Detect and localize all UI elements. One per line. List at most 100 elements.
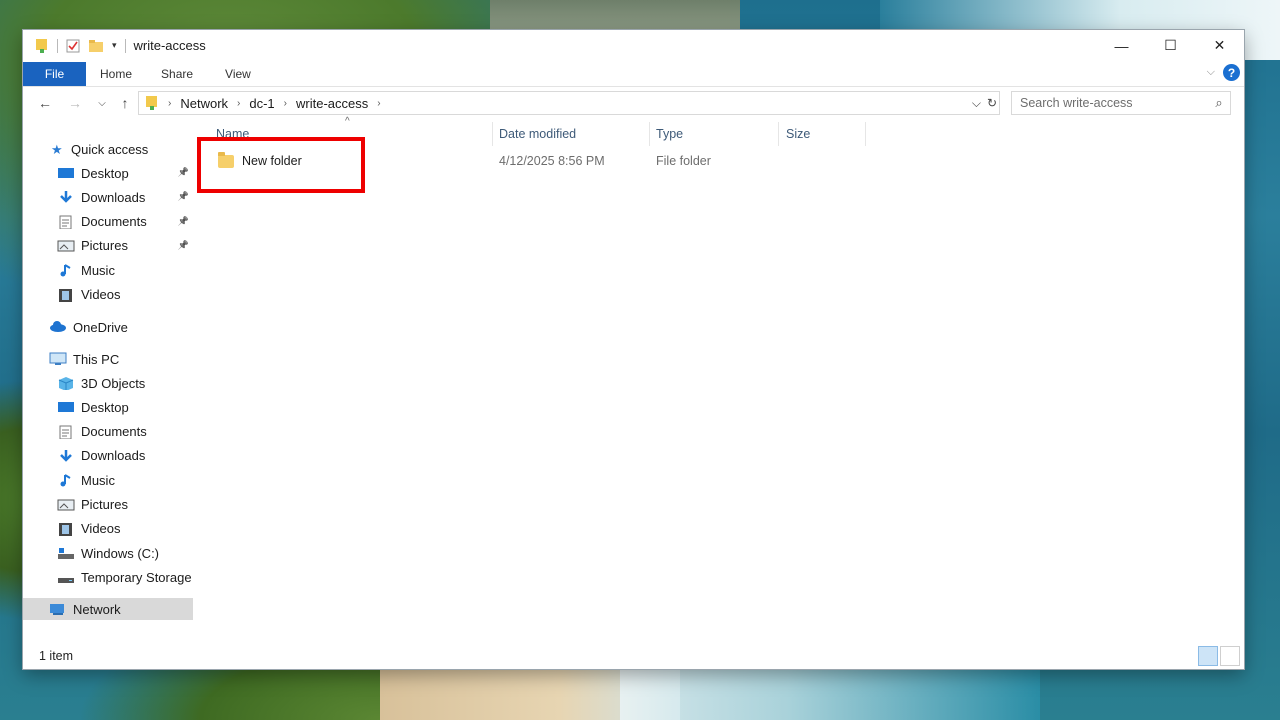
navigation-pane: ★ Quick access Desktop 📌 Downloads 📌 Documen… bbox=[23, 126, 195, 640]
sidebar-item-label: Desktop bbox=[81, 165, 129, 181]
sidebar-item-desktop[interactable]: Desktop 📌 bbox=[57, 162, 193, 184]
sidebar-item-label: Temporary Storage bbox=[81, 569, 192, 585]
sidebar-item-3d-objects[interactable]: 3D Objects bbox=[57, 372, 193, 394]
pictures-icon bbox=[57, 240, 75, 252]
chevron-right-icon[interactable]: › bbox=[377, 98, 380, 109]
sidebar-item-pictures[interactable]: Pictures 📌 bbox=[57, 235, 193, 257]
tab-file[interactable]: File bbox=[23, 62, 86, 86]
breadcrumb-dc-1[interactable]: dc-1 bbox=[249, 96, 274, 111]
up-icon[interactable]: ↑ bbox=[115, 93, 135, 113]
pin-icon[interactable]: 📌 bbox=[178, 191, 189, 202]
sidebar-item-videos[interactable]: Videos bbox=[57, 284, 193, 306]
tab-view[interactable]: View bbox=[207, 62, 265, 86]
breadcrumb-network[interactable]: Network bbox=[180, 96, 228, 111]
sidebar-item-label: OneDrive bbox=[73, 319, 128, 335]
sidebar-item-downloads[interactable]: Downloads bbox=[57, 445, 193, 467]
properties-icon[interactable] bbox=[66, 39, 80, 53]
column-header-type[interactable]: Type bbox=[656, 122, 776, 146]
sidebar-item-label: Quick access bbox=[71, 141, 149, 157]
sidebar-item-quick-access[interactable]: ★ Quick access bbox=[51, 138, 193, 160]
sidebar-item-label: Videos bbox=[81, 521, 121, 537]
sidebar-item-desktop[interactable]: Desktop bbox=[57, 396, 193, 418]
network-icon bbox=[50, 604, 64, 615]
sidebar-item-label: Documents bbox=[81, 214, 147, 230]
file-type: File folder bbox=[656, 154, 711, 168]
search-input[interactable]: Search write-access bbox=[1012, 96, 1208, 110]
3d-objects-icon bbox=[58, 377, 74, 390]
details-view-icon[interactable] bbox=[1198, 646, 1218, 666]
file-list: ^ Name Date modified Type Size New folde… bbox=[195, 116, 1244, 636]
forward-icon[interactable]: → bbox=[65, 93, 85, 113]
chevron-right-icon[interactable]: › bbox=[237, 98, 240, 109]
pin-icon[interactable]: 📌 bbox=[178, 216, 189, 227]
address-dropdown-icon[interactable]: ⌵ bbox=[972, 96, 981, 111]
background-rock bbox=[490, 0, 740, 32]
videos-icon bbox=[59, 288, 72, 302]
file-explorer-window: ▾ write-access — ☐ ✕ File Home Share Vie… bbox=[23, 30, 1244, 669]
large-icons-view-icon[interactable] bbox=[1220, 646, 1240, 666]
window-controls: — ☐ ✕ bbox=[1097, 30, 1244, 61]
music-icon bbox=[60, 474, 71, 487]
drive-icon bbox=[58, 578, 74, 584]
sidebar-item-label: Network bbox=[73, 601, 121, 617]
sidebar-item-label: Downloads bbox=[81, 189, 146, 205]
search-icon: ⌕ bbox=[1215, 95, 1223, 110]
sidebar-item-label: Documents bbox=[81, 424, 147, 440]
tab-home[interactable]: Home bbox=[86, 62, 147, 86]
refresh-icon[interactable]: ↻ bbox=[987, 96, 997, 110]
help-icon[interactable]: ? bbox=[1223, 64, 1240, 81]
sidebar-item-onedrive[interactable]: OneDrive bbox=[49, 316, 193, 338]
sidebar-item-label: Pictures bbox=[81, 238, 128, 254]
sidebar-item-label: 3D Objects bbox=[81, 375, 146, 391]
chevron-right-icon[interactable]: › bbox=[284, 98, 287, 109]
pin-icon[interactable]: 📌 bbox=[178, 167, 189, 178]
customize-toolbar-icon[interactable]: ▾ bbox=[112, 40, 117, 51]
column-header-size[interactable]: Size bbox=[786, 122, 866, 146]
address-bar[interactable]: › Network › dc-1 › write-access › ⌵ ↻ bbox=[138, 91, 1000, 115]
sidebar-item-downloads[interactable]: Downloads 📌 bbox=[57, 186, 193, 208]
sidebar-item-pictures[interactable]: Pictures bbox=[57, 494, 193, 516]
sidebar-item-label: Downloads bbox=[81, 448, 146, 464]
column-divider[interactable] bbox=[649, 122, 650, 146]
sidebar-item-label: Pictures bbox=[81, 497, 128, 512]
minimize-button[interactable]: — bbox=[1097, 30, 1146, 61]
expand-ribbon-icon[interactable]: ⌵ bbox=[1207, 66, 1215, 79]
sidebar-item-documents[interactable]: Documents bbox=[57, 421, 193, 443]
title-bar: ▾ write-access — ☐ ✕ bbox=[23, 30, 1244, 61]
sidebar-item-label: This PC bbox=[73, 351, 120, 367]
close-button[interactable]: ✕ bbox=[1195, 30, 1244, 61]
documents-icon bbox=[59, 425, 72, 439]
back-icon[interactable]: ← bbox=[35, 93, 55, 113]
column-divider[interactable] bbox=[778, 122, 779, 146]
sidebar-item-music[interactable]: Music bbox=[57, 259, 193, 281]
sidebar-item-videos[interactable]: Videos bbox=[57, 518, 193, 540]
desktop-icon bbox=[58, 168, 74, 178]
recent-locations-icon[interactable]: ⌵ bbox=[92, 93, 112, 113]
column-divider[interactable] bbox=[865, 122, 866, 146]
separator bbox=[124, 38, 126, 53]
sidebar-item-music[interactable]: Music bbox=[57, 469, 193, 491]
ribbon-tabs: File Home Share View ⌵ ? bbox=[23, 62, 1244, 87]
cloud-icon bbox=[50, 321, 66, 332]
quick-access-toolbar: ▾ bbox=[23, 38, 126, 54]
breadcrumb: › Network › dc-1 › write-access › bbox=[159, 96, 390, 111]
sidebar-item-windows-c[interactable]: Windows (C:) bbox=[57, 542, 193, 564]
column-divider[interactable] bbox=[492, 122, 493, 146]
item-count: 1 item bbox=[39, 649, 74, 663]
breadcrumb-write-access[interactable]: write-access bbox=[296, 96, 368, 111]
background-surf-bottom bbox=[620, 660, 1040, 720]
tab-share[interactable]: Share bbox=[147, 62, 207, 86]
maximize-button[interactable]: ☐ bbox=[1146, 30, 1195, 61]
sidebar-item-this-pc[interactable]: This PC bbox=[49, 348, 193, 370]
pin-icon[interactable]: 📌 bbox=[178, 240, 189, 251]
search-box[interactable]: Search write-access ⌕ bbox=[1011, 91, 1231, 115]
sidebar-item-label: Windows (C:) bbox=[81, 545, 160, 561]
status-bar: 1 item bbox=[23, 643, 1244, 669]
downloads-icon bbox=[60, 191, 72, 204]
sidebar-item-network[interactable]: Network bbox=[23, 598, 193, 620]
sidebar-item-documents[interactable]: Documents 📌 bbox=[57, 211, 193, 233]
pictures-icon bbox=[57, 499, 75, 510]
column-header-date[interactable]: Date modified bbox=[499, 122, 649, 146]
sidebar-item-temporary-storage[interactable]: Temporary Storage bbox=[57, 566, 193, 588]
new-folder-icon[interactable] bbox=[88, 39, 104, 53]
